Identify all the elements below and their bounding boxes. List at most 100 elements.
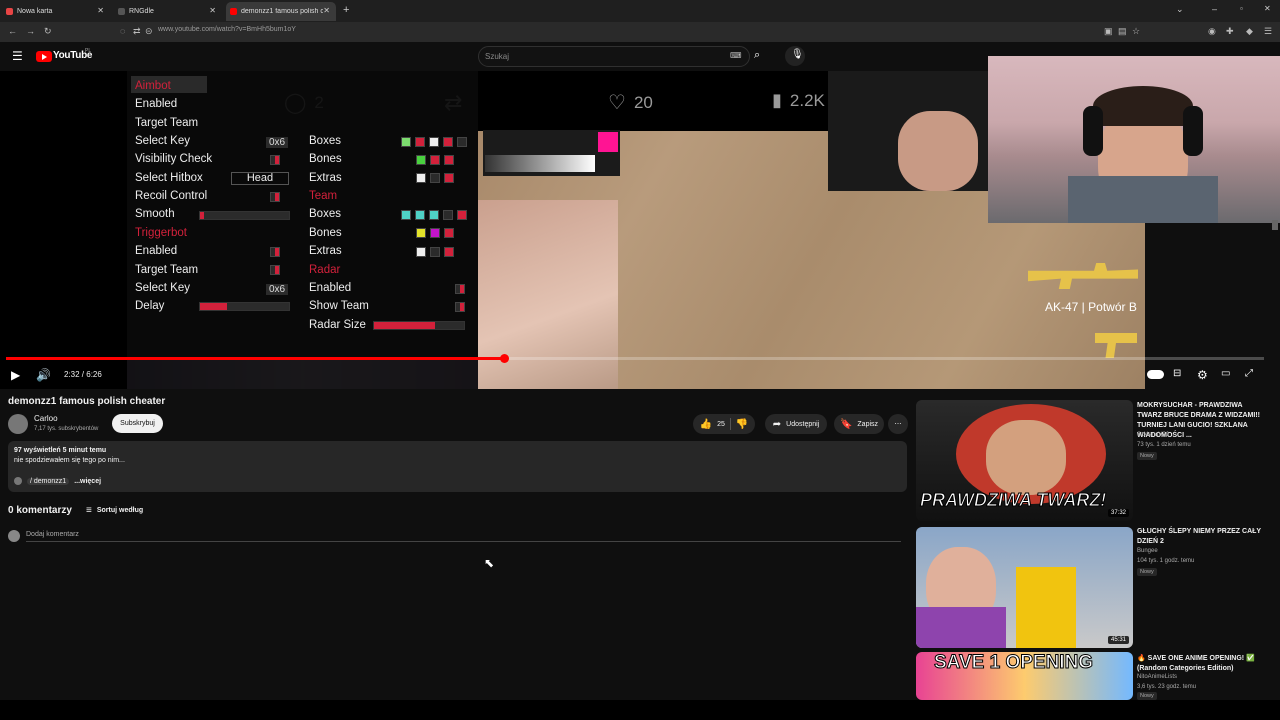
checkbox bbox=[270, 265, 280, 275]
color-picker-preview bbox=[598, 132, 618, 152]
swatch bbox=[444, 173, 454, 183]
description-box[interactable] bbox=[8, 441, 907, 492]
address-bar-row: ← → ↻ ◌ ⇄ ⊝ www.youtube.com/watch?v=BmHh… bbox=[0, 22, 1280, 42]
restore-icon[interactable]: ▫ bbox=[1240, 4, 1243, 13]
swatch bbox=[415, 137, 425, 147]
swatch bbox=[429, 210, 439, 220]
region-code: PL bbox=[85, 48, 92, 54]
subtitles-icon[interactable]: ⊟ bbox=[1173, 368, 1181, 379]
sort-button[interactable]: ≡ Sortuj według bbox=[86, 505, 143, 516]
new-badge: Nowy bbox=[1137, 452, 1157, 460]
video-title: demonzz1 famous polish cheater bbox=[8, 396, 166, 407]
menu-label: Delay bbox=[135, 300, 165, 312]
recommendation-meta: 104 tys. 1 godz. temu bbox=[1137, 558, 1195, 564]
minimize-icon[interactable]: – bbox=[1212, 4, 1217, 14]
menu-label: Target Team bbox=[135, 264, 199, 276]
color-swatches bbox=[401, 137, 467, 147]
sort-icon: ≡ bbox=[86, 505, 92, 516]
account-icon[interactable]: ◉ bbox=[1208, 26, 1216, 37]
back-icon[interactable]: ← bbox=[8, 26, 17, 36]
close-window-icon[interactable]: ✕ bbox=[1264, 4, 1271, 13]
volume-icon[interactable]: 🔊 bbox=[36, 368, 51, 382]
youtube-favicon-icon bbox=[230, 8, 237, 15]
play-icon[interactable]: ▶ bbox=[11, 368, 20, 382]
menu-label: Boxes bbox=[309, 208, 341, 220]
like-stat-value: 20 bbox=[633, 92, 653, 112]
youtube-logo-icon[interactable] bbox=[36, 51, 52, 62]
recommendation-channel[interactable]: SzklanaV2J bbox=[1137, 432, 1169, 438]
thumbnail-text: PRAWDZIWA TWARZ! bbox=[919, 490, 1107, 511]
duration-badge: 37:32 bbox=[1107, 509, 1129, 517]
share-button[interactable]: ➦ Udostępnij bbox=[765, 414, 827, 434]
bookmark-star-icon[interactable]: ☆ bbox=[1132, 26, 1140, 37]
thumbs-up-icon[interactable]: 👍 bbox=[700, 419, 712, 430]
autoplay-toggle[interactable] bbox=[1147, 370, 1164, 379]
recommendation-thumbnail[interactable]: 45:31 bbox=[916, 527, 1133, 648]
duration-badge: 45:31 bbox=[1107, 636, 1129, 644]
miniplayer-icon[interactable]: ▭ bbox=[1221, 368, 1230, 379]
new-tab-button[interactable]: + bbox=[343, 4, 349, 16]
select-key-box: 0x6 bbox=[266, 284, 289, 295]
swatch bbox=[444, 247, 454, 257]
search-icon[interactable]: ⌕ bbox=[754, 49, 760, 62]
swatch bbox=[429, 137, 439, 147]
tab-close-icon[interactable]: ✕ bbox=[209, 6, 216, 15]
channel-tag[interactable]: / demonzz1 bbox=[27, 477, 70, 485]
menu-label: Visibility Check bbox=[135, 153, 213, 165]
reload-icon[interactable]: ↻ bbox=[44, 26, 52, 37]
swatch bbox=[430, 155, 440, 165]
tab-rngdle[interactable]: RNGdle ✕ bbox=[114, 2, 222, 21]
swatch bbox=[416, 155, 426, 165]
menu-label: Show Team bbox=[309, 300, 369, 312]
hamburger-menu-icon[interactable]: ☰ bbox=[12, 49, 23, 63]
subscribe-button[interactable]: Subskrybuj bbox=[112, 414, 163, 433]
menu-label: Enabled bbox=[309, 282, 352, 294]
scrubber-handle[interactable] bbox=[500, 354, 509, 363]
microphone-icon: 🎙 bbox=[791, 49, 804, 60]
weapon-name: AK-47 | Potwór B bbox=[1045, 300, 1137, 314]
recommendation-channel[interactable]: NitoAnimeLists bbox=[1137, 674, 1177, 680]
tab-list-chevron-icon[interactable]: ⌄ bbox=[1176, 4, 1184, 15]
menu-label: Boxes bbox=[309, 135, 341, 147]
channel-avatar[interactable] bbox=[8, 414, 28, 434]
save-button[interactable]: 🔖 Zapisz bbox=[834, 414, 884, 434]
heart-icon: ♡ bbox=[608, 92, 626, 114]
tab-close-icon[interactable]: ✕ bbox=[97, 6, 104, 15]
tab-close-icon[interactable]: ✕ bbox=[323, 6, 330, 15]
search-input[interactable] bbox=[478, 46, 750, 67]
recommendation-title[interactable]: 🔥 SAVE ONE ANIME OPENING! ✅ (Random Cate… bbox=[1137, 654, 1267, 674]
extension-badge-icon[interactable]: ◆ bbox=[1246, 26, 1253, 37]
checkbox bbox=[455, 302, 465, 312]
recommendation-title[interactable]: GŁUCHY ŚLEPY NIEMY PRZEZ CAŁY DZIEŃ 2 bbox=[1137, 527, 1267, 547]
keyboard-icon[interactable]: ⌨ bbox=[730, 51, 742, 60]
recommendation-thumbnail[interactable]: SAVE 1 OPENING bbox=[916, 652, 1133, 700]
reader-icon[interactable]: ▤ bbox=[1118, 26, 1127, 37]
recommendation-thumbnail[interactable]: PRAWDZIWA TWARZ! 37:32 bbox=[916, 400, 1133, 521]
tab-youtube-active[interactable]: demonzz1 famous polish cheat ✕ bbox=[226, 2, 336, 21]
settings-gear-icon[interactable]: ⚙ bbox=[1197, 368, 1208, 382]
thumbs-down-icon[interactable]: 👎 bbox=[736, 419, 748, 430]
add-comment-input[interactable]: Dodaj komentarz bbox=[26, 531, 79, 538]
views-and-date: 97 wyświetleń 5 minut temu bbox=[14, 447, 107, 454]
url-text[interactable]: www.youtube.com/watch?v=BmHh5bum1oY bbox=[158, 26, 296, 33]
tracking-icon[interactable]: ⇄ bbox=[133, 26, 141, 37]
delay-slider bbox=[199, 302, 290, 311]
comment-underline bbox=[26, 541, 901, 542]
lock-icon[interactable]: ⊝ bbox=[145, 26, 153, 37]
forward-icon[interactable]: → bbox=[26, 26, 35, 36]
menu-icon[interactable]: ☰ bbox=[1264, 26, 1272, 37]
screenshot-icon[interactable]: ▣ bbox=[1104, 26, 1113, 37]
fullscreen-icon[interactable]: ⤢ bbox=[1245, 368, 1253, 379]
recommendation-channel[interactable]: Bungee bbox=[1137, 548, 1158, 554]
show-more-link[interactable]: ...więcej bbox=[74, 478, 101, 485]
swatch bbox=[416, 247, 426, 257]
tab-favicon-icon bbox=[118, 8, 125, 15]
extensions-icon[interactable]: ✚ bbox=[1226, 26, 1234, 37]
shield-icon[interactable]: ◌ bbox=[120, 26, 125, 36]
like-count[interactable]: 25 bbox=[717, 421, 725, 428]
tab-new-tab[interactable]: Nowa karta ✕ bbox=[2, 2, 110, 21]
more-actions-button[interactable]: ⋯ bbox=[888, 414, 908, 434]
channel-name[interactable]: Carloo bbox=[34, 414, 58, 423]
voice-search-button[interactable]: 🎙 bbox=[785, 46, 805, 66]
scrollbar-thumb[interactable] bbox=[1272, 220, 1278, 230]
